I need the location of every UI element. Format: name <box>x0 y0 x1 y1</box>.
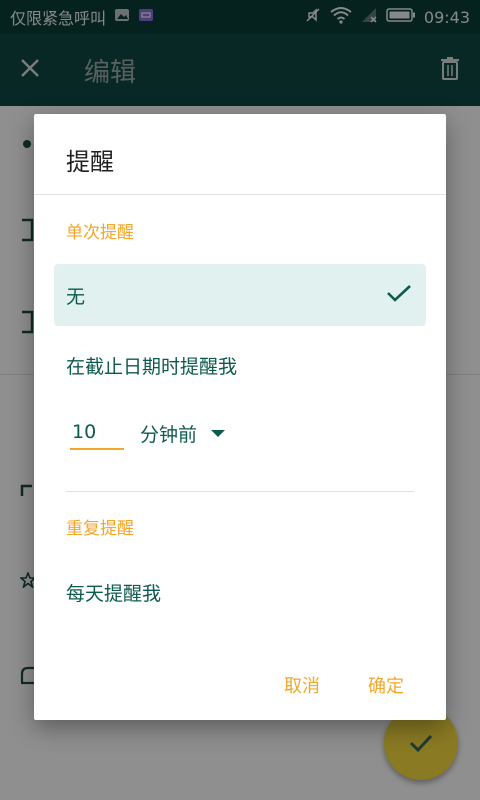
minutes-before-row: 分钟前 <box>70 416 226 450</box>
dialog-divider <box>34 194 446 195</box>
dialog-title: 提醒 <box>66 148 114 176</box>
repeat-option-daily[interactable]: 每天提醒我 <box>54 561 426 623</box>
check-icon <box>409 734 433 753</box>
option-label: 在截止日期时提醒我 <box>66 355 238 378</box>
repeat-reminder-heading: 重复提醒 <box>66 519 134 539</box>
unit-label: 分钟前 <box>140 423 198 446</box>
reminder-option-at-due[interactable]: 在截止日期时提醒我 <box>54 334 426 396</box>
reminder-option-none[interactable]: 无 <box>54 264 426 326</box>
single-reminder-heading: 单次提醒 <box>66 223 134 243</box>
confirm-button[interactable]: 确定 <box>368 672 404 698</box>
reminder-dialog: 提醒 单次提醒 无 在截止日期时提醒我 分钟前 重复提醒 每天提醒我 取消 确定 <box>34 114 446 720</box>
option-label: 无 <box>66 285 86 308</box>
option-label: 每天提醒我 <box>66 582 162 605</box>
dropdown-arrow-icon <box>211 429 226 437</box>
minutes-input[interactable] <box>70 416 124 450</box>
cancel-button[interactable]: 取消 <box>284 672 320 698</box>
checkmark-icon <box>386 283 412 308</box>
unit-dropdown[interactable]: 分钟前 <box>140 416 226 450</box>
section-divider <box>66 491 414 492</box>
